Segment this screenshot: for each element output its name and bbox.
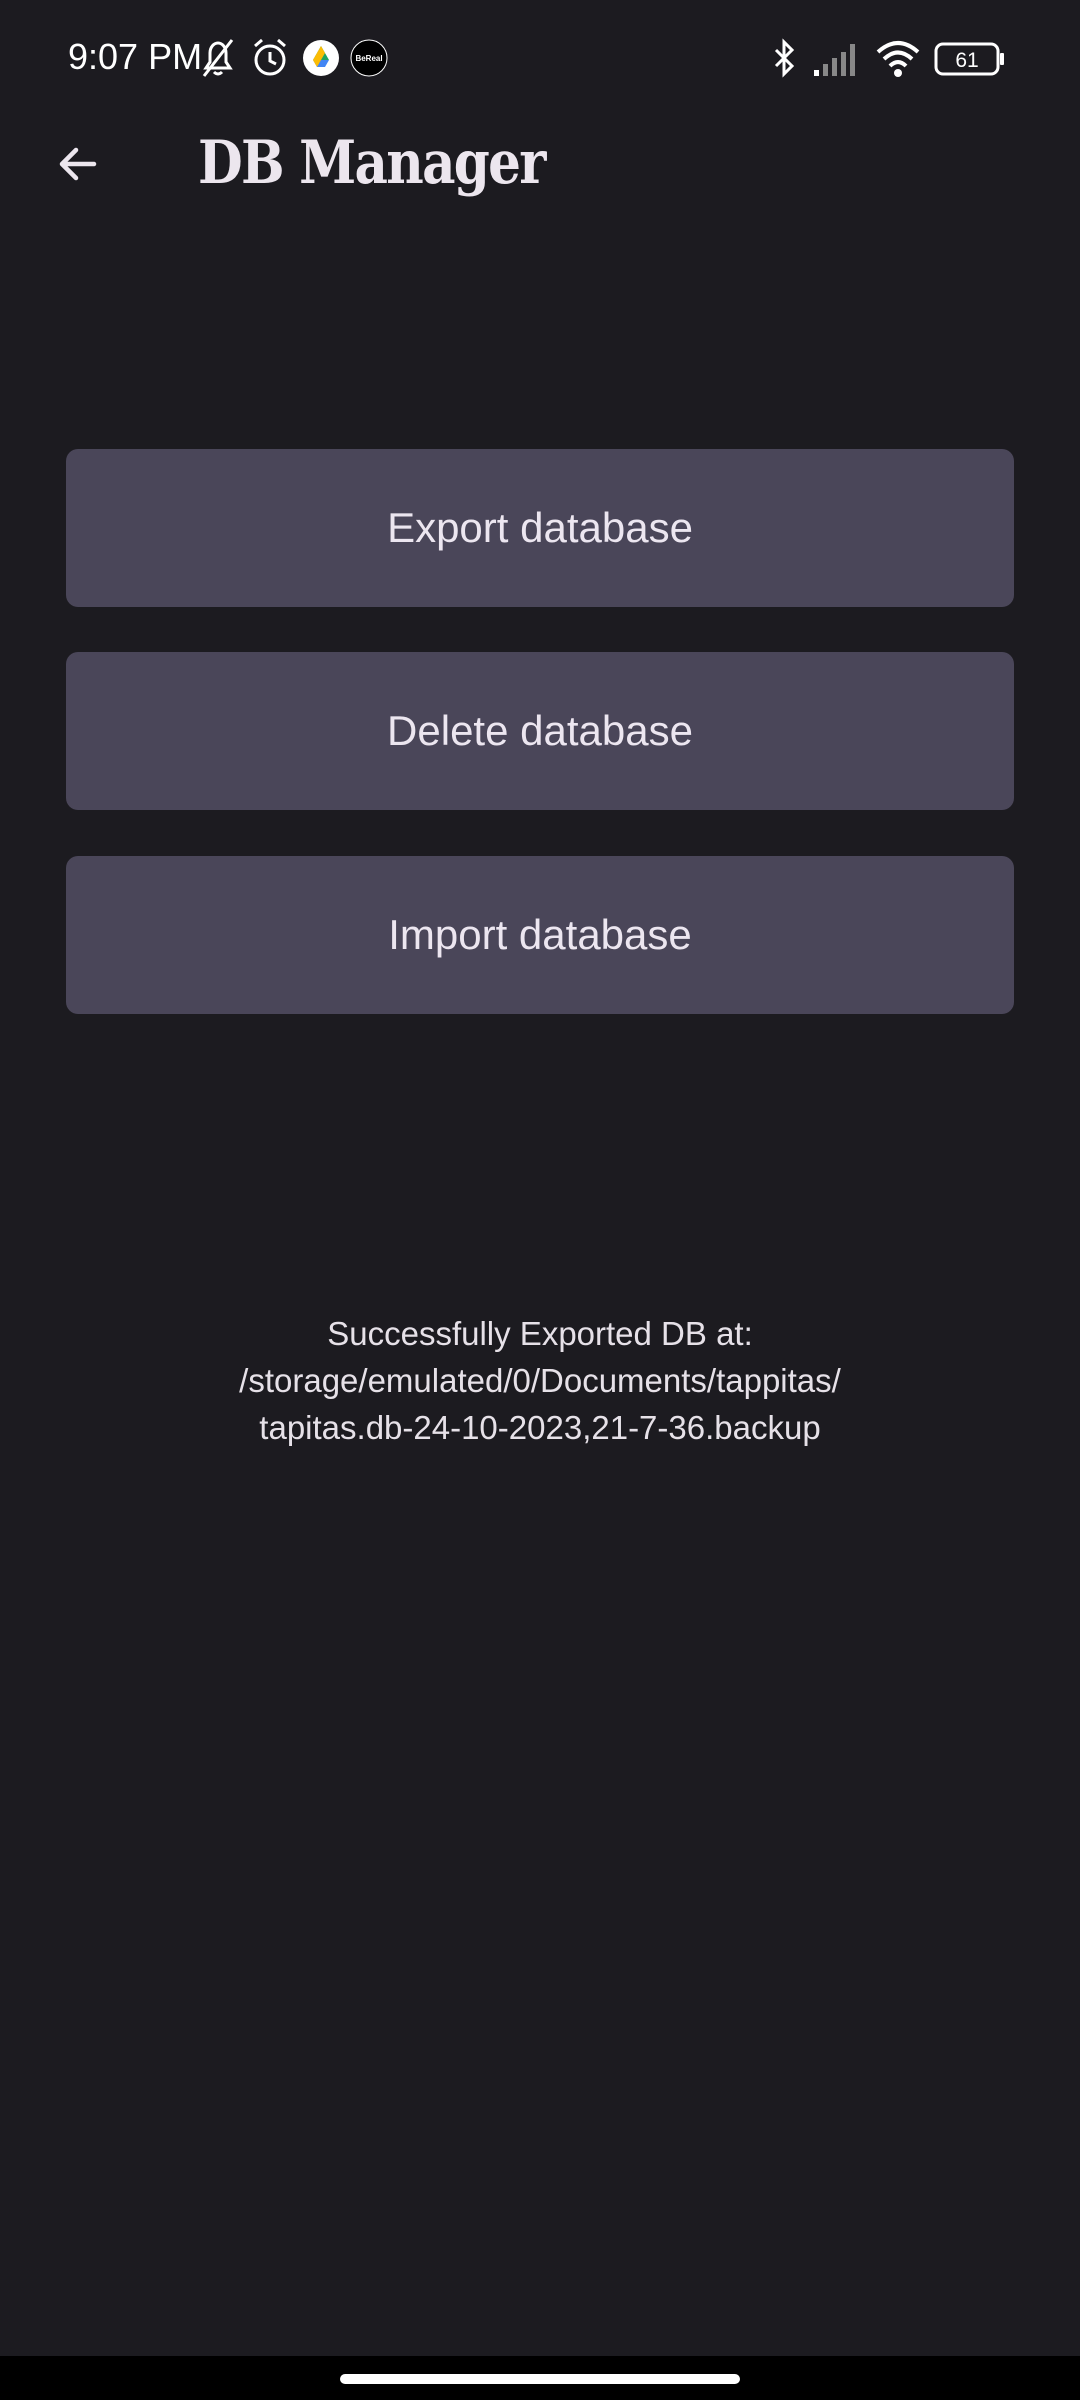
alarm-icon [250,36,290,80]
app-bar: DB Manager [0,118,1080,218]
svg-text:61: 61 [955,49,978,72]
page-title: DB Manager [198,128,546,198]
import-database-button[interactable]: Import database [66,856,1014,1014]
delete-database-button[interactable]: Delete database [66,652,1014,810]
export-status-message: Successfully Exported DB at: /storage/em… [0,1310,1080,1451]
status-message-line: Successfully Exported DB at: [327,1315,753,1352]
google-drive-icon [302,36,340,80]
bereal-icon: BeReal [350,36,388,80]
navigation-bar [0,2356,1080,2400]
arrow-back-icon [59,147,97,181]
notifications-off-icon [198,36,238,80]
status-message-line: /storage/emulated/0/Documents/tappitas/ [239,1362,841,1399]
signal-icon [812,36,862,80]
back-button[interactable] [40,126,116,202]
svg-text:BeReal: BeReal [355,54,382,63]
export-database-button[interactable]: Export database [66,449,1014,607]
status-time: 9:07 PM [68,36,203,77]
battery-icon: 61 [934,40,1006,84]
status-message-line: tapitas.db-24-10-2023,21-7-36.backup [259,1409,821,1446]
wifi-icon [874,36,922,80]
home-indicator[interactable] [340,2374,740,2384]
status-bar: 9:07 PM BeReal 61 [0,0,1080,118]
bluetooth-icon [768,36,800,80]
